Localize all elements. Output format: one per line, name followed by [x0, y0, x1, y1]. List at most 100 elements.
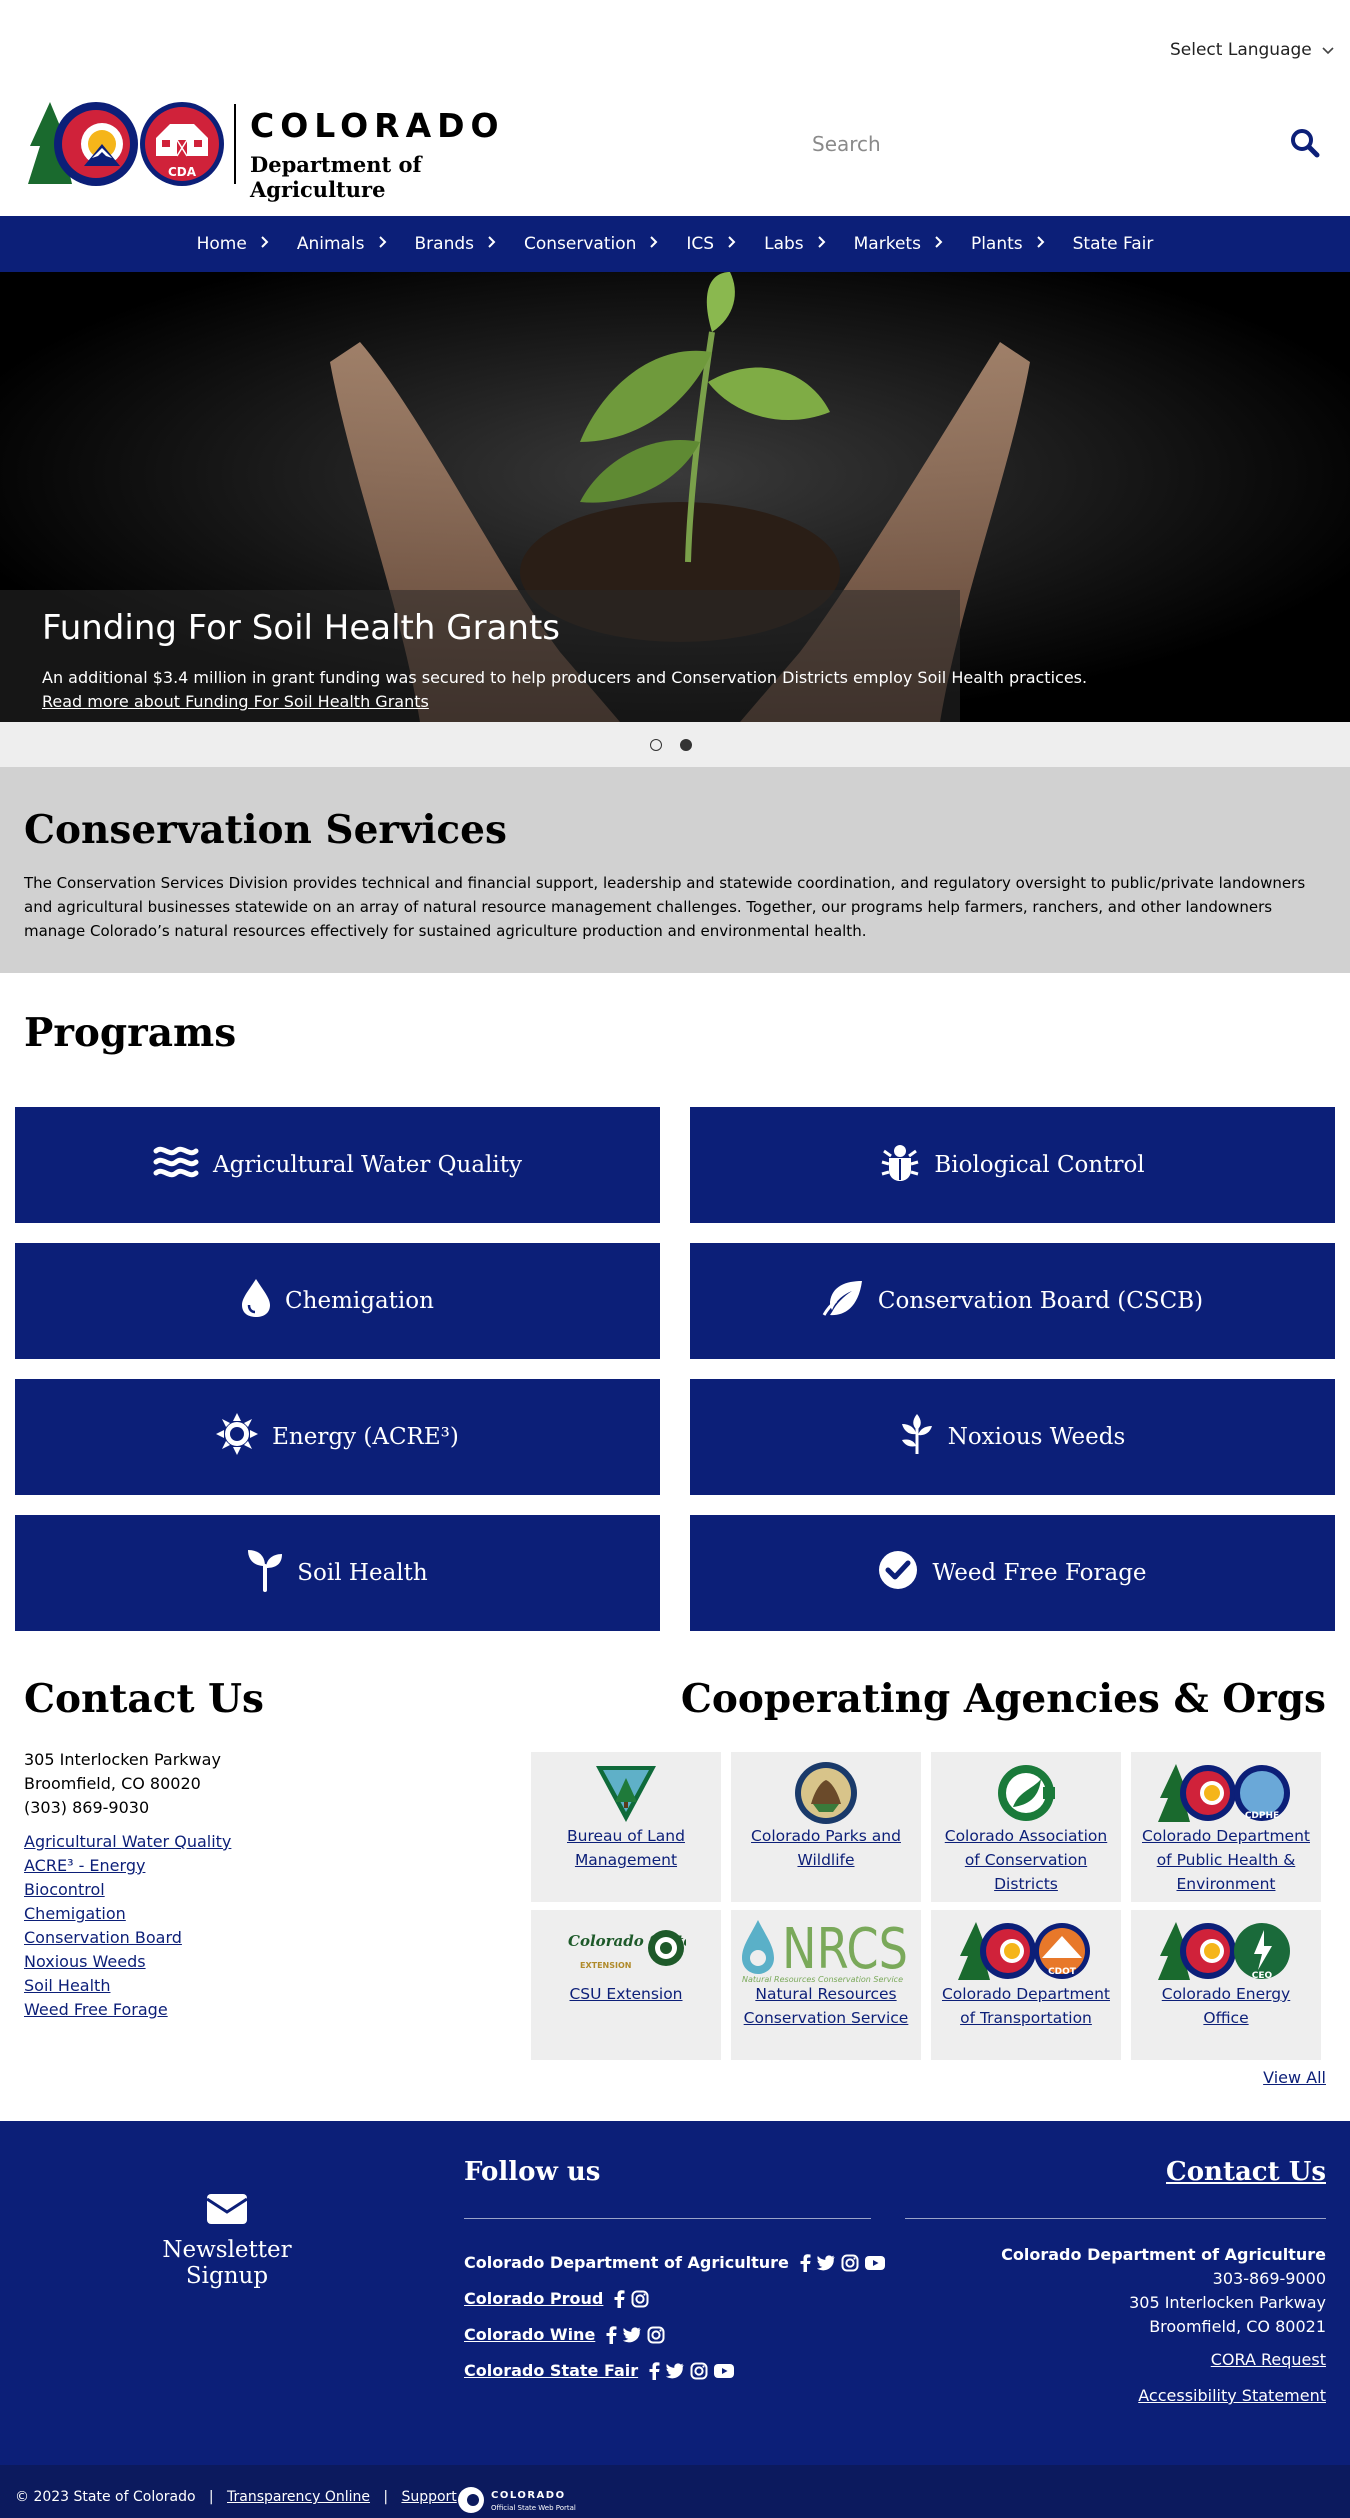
program-label: Conservation Board (CSCB): [877, 1288, 1204, 1314]
agency-name[interactable]: Colorado Parks and Wildlife: [737, 1824, 915, 1872]
facebook-icon[interactable]: [648, 2361, 660, 2380]
program-button-energy-acre[interactable]: Energy (ACRE³): [15, 1379, 660, 1495]
site-footer: Newsletter Signup Follow us Colorado Dep…: [0, 2121, 1350, 2465]
agency-name[interactable]: CSU Extension: [537, 1982, 715, 2006]
social-org-label: Colorado Department of Agriculture: [464, 2253, 789, 2272]
agency-name[interactable]: Colorado Department of Public Health & E…: [1137, 1824, 1315, 1896]
search-button[interactable]: [1290, 128, 1324, 162]
agency-name[interactable]: Bureau of Land Management: [537, 1824, 715, 1872]
separator: |: [374, 2489, 397, 2505]
agency-card-cdphe[interactable]: CDPHE Colorado Department of Public Heal…: [1131, 1752, 1321, 1902]
instagram-icon[interactable]: [841, 2254, 859, 2272]
nav-item-plants[interactable]: Plants: [971, 234, 1073, 254]
social-org-label[interactable]: Colorado State Fair: [464, 2361, 638, 2380]
agency-name[interactable]: Colorado Energy Office: [1137, 1982, 1315, 2030]
youtube-icon[interactable]: [864, 2255, 885, 2270]
instagram-icon[interactable]: [690, 2362, 708, 2380]
hero-title: Funding For Soil Health Grants: [42, 608, 560, 648]
link-soil-health[interactable]: Soil Health: [24, 1974, 231, 1998]
nav-item-brands[interactable]: Brands: [415, 234, 525, 254]
csu-logo-icon: Colorado State EXTENSION: [531, 1916, 721, 1986]
newsletter-signup-button[interactable]: Newsletter Signup: [120, 2193, 334, 2289]
svg-text:Official State Web Portal: Official State Web Portal: [491, 2504, 576, 2512]
agency-card-blm[interactable]: Bureau of Land Management: [531, 1752, 721, 1902]
link-chemigation[interactable]: Chemigation: [24, 1902, 231, 1926]
link-agricultural-water-quality[interactable]: Agricultural Water Quality: [24, 1830, 231, 1854]
social-row-colorado-state-fair: Colorado State Fair: [464, 2361, 735, 2380]
nav-item-labs[interactable]: Labs: [764, 234, 854, 254]
nav-item-markets[interactable]: Markets: [854, 234, 971, 254]
program-button-weed-free-forage[interactable]: Weed Free Forage: [690, 1515, 1335, 1631]
copyright-text: © 2023 State of Colorado: [15, 2489, 196, 2505]
support-link[interactable]: Support: [401, 2489, 456, 2505]
agency-card-nrcs[interactable]: NRCS Natural Resources Conservation Serv…: [731, 1910, 921, 2060]
chevron-right-icon: [728, 236, 736, 252]
footer-phone: 303-869-9000: [1212, 2269, 1326, 2288]
language-select[interactable]: Select Language: [1170, 40, 1334, 60]
agency-name[interactable]: Natural Resources Conservation Service: [737, 1982, 915, 2030]
nav-item-label: Conservation: [524, 234, 637, 254]
hero-slider: Funding For Soil Health Grants An additi…: [0, 272, 1350, 722]
view-all-link[interactable]: View All: [1263, 2068, 1326, 2087]
social-org-label[interactable]: Colorado Proud: [464, 2289, 603, 2308]
program-button-biological-control[interactable]: Biological Control: [690, 1107, 1335, 1223]
accessibility-statement-link[interactable]: Accessibility Statement: [1138, 2386, 1326, 2405]
agency-card-ceo[interactable]: CEO Colorado Energy Office: [1131, 1910, 1321, 2060]
svg-text:NRCS: NRCS: [782, 1917, 908, 1982]
link-conservation-board[interactable]: Conservation Board: [24, 1926, 231, 1950]
social-org-label[interactable]: Colorado Wine: [464, 2325, 595, 2344]
facebook-icon[interactable]: [613, 2289, 625, 2308]
twitter-icon[interactable]: [666, 2362, 684, 2379]
main-nav: Home Animals Brands Conservation ICS Labs Mark…: [0, 216, 1350, 272]
twitter-icon[interactable]: [816, 2254, 835, 2271]
program-label: Noxious Weeds: [947, 1424, 1126, 1450]
cora-request-link[interactable]: CORA Request: [1211, 2350, 1326, 2369]
search-input[interactable]: [780, 118, 1260, 170]
nav-item-conservation[interactable]: Conservation: [524, 234, 686, 254]
nav-item-animals[interactable]: Animals: [297, 234, 415, 254]
facebook-icon[interactable]: [605, 2325, 617, 2344]
program-button-noxious-weeds[interactable]: Noxious Weeds: [690, 1379, 1335, 1495]
program-button-conservation-board-cscb[interactable]: Conservation Board (CSCB): [690, 1243, 1335, 1359]
check-circle-icon: [878, 1550, 918, 1596]
link-biocontrol[interactable]: Biocontrol: [24, 1878, 231, 1902]
agency-card-cdot[interactable]: CDOT Colorado Department of Transportati…: [931, 1910, 1121, 2060]
slide-dot-1[interactable]: [650, 739, 662, 751]
agency-card-csu[interactable]: Colorado State EXTENSION CSU Extension: [531, 1910, 721, 2060]
slide-dot-2[interactable]: [680, 739, 692, 751]
hero-read-more-link[interactable]: Read more about Funding For Soil Health …: [42, 692, 429, 711]
link-noxious-weeds[interactable]: Noxious Weeds: [24, 1950, 231, 1974]
logo-subtitle: Department of Agriculture: [250, 152, 422, 202]
cdot-logo-icon: CDOT: [931, 1916, 1121, 1986]
program-button-soil-health[interactable]: Soil Health: [15, 1515, 660, 1631]
logo-divider: [234, 104, 236, 184]
state-portal-logo[interactable]: COLORADO Official State Web Portal: [455, 2485, 595, 2518]
separator: |: [200, 2489, 223, 2505]
agency-card-cacd[interactable]: Colorado Association of Conservation Dis…: [931, 1752, 1121, 1902]
nav-item-ics[interactable]: ICS: [686, 234, 764, 254]
facebook-icon[interactable]: [799, 2253, 811, 2272]
weed-icon: [900, 1414, 934, 1460]
instagram-icon[interactable]: [631, 2290, 649, 2308]
nav-item-label: ICS: [686, 234, 715, 254]
nav-item-label: Plants: [970, 234, 1023, 254]
transparency-online-link[interactable]: Transparency Online: [227, 2489, 370, 2505]
nrcs-logo-icon: NRCS Natural Resources Conservation Serv…: [731, 1916, 921, 1986]
link-acre-energy[interactable]: ACRE³ - Energy: [24, 1854, 231, 1878]
nav-item-home[interactable]: Home: [197, 234, 297, 254]
agency-card-cpw[interactable]: Colorado Parks and Wildlife: [731, 1752, 921, 1902]
agency-name[interactable]: Colorado Department of Transportation: [937, 1982, 1115, 2030]
nav-item-state-fair[interactable]: State Fair: [1073, 234, 1154, 254]
nav-item-label: Markets: [853, 234, 921, 254]
link-weed-free-forage[interactable]: Weed Free Forage: [24, 1998, 231, 2022]
site-logo[interactable]: CDA COLORADO Department of Agriculture: [28, 96, 548, 202]
agency-name[interactable]: Colorado Association of Conservation Dis…: [937, 1824, 1115, 1896]
program-button-chemigation[interactable]: Chemigation: [15, 1243, 660, 1359]
program-button-agricultural-water-quality[interactable]: Agricultural Water Quality: [15, 1107, 660, 1223]
twitter-icon[interactable]: [623, 2326, 641, 2343]
nav-item-label: State Fair: [1072, 234, 1154, 254]
footer-contact-link[interactable]: Contact Us: [1166, 2157, 1326, 2187]
slider-dots: [0, 722, 1350, 767]
youtube-icon[interactable]: [714, 2363, 735, 2378]
instagram-icon[interactable]: [647, 2326, 665, 2344]
